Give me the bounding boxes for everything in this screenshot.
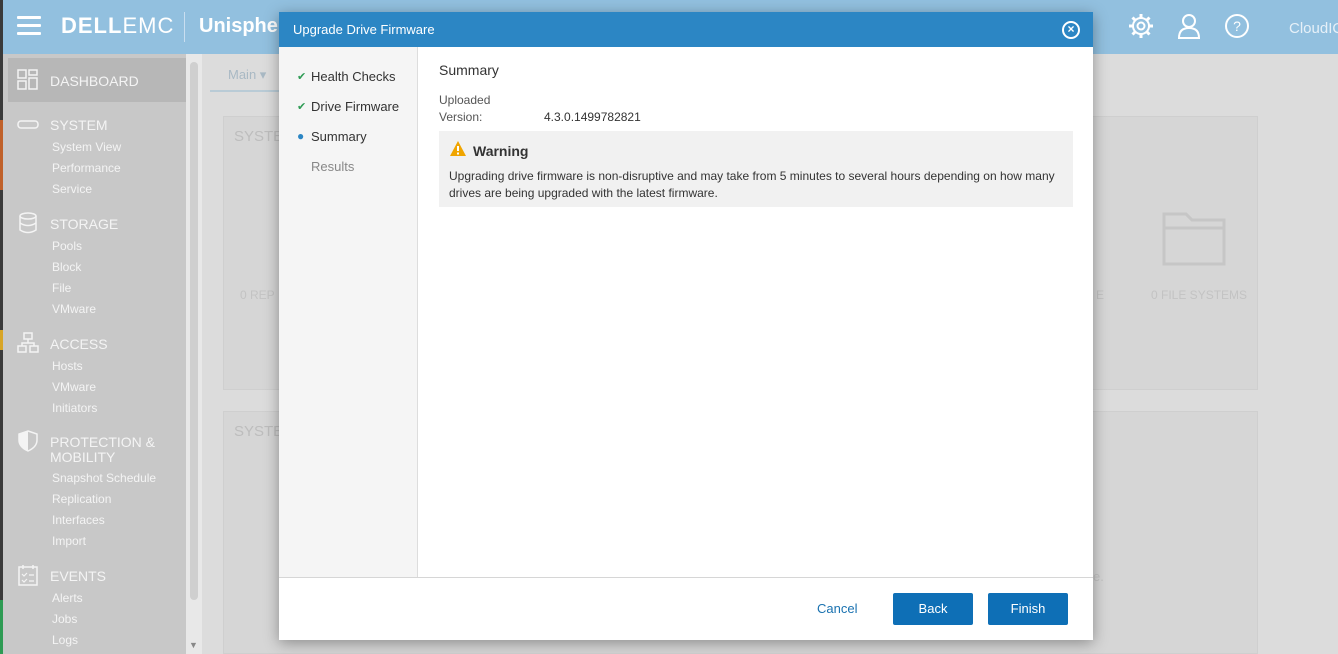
menu-icon[interactable] bbox=[17, 16, 41, 36]
sidebar-section-system[interactable]: SYSTEM bbox=[50, 117, 108, 133]
storage-icon bbox=[19, 212, 37, 234]
cloudiq-link[interactable]: CloudIQ bbox=[1289, 20, 1338, 37]
sidebar-item-vmware-access[interactable]: VMware bbox=[52, 380, 96, 394]
folder-icon bbox=[1162, 212, 1226, 266]
step-results: Results bbox=[311, 159, 355, 174]
sidebar-item-block[interactable]: Block bbox=[52, 260, 81, 274]
sidebar-item-snapshot-schedule[interactable]: Snapshot Schedule bbox=[52, 471, 156, 485]
sidebar-item-vmware-storage[interactable]: VMware bbox=[52, 302, 96, 316]
step-summary[interactable]: Summary bbox=[311, 129, 367, 144]
sidebar-item-performance[interactable]: Performance bbox=[52, 161, 121, 175]
dashboard-icon bbox=[17, 69, 38, 90]
back-button[interactable]: Back bbox=[893, 593, 973, 625]
summary-panel: Summary Uploaded Version: 4.3.0.14997828… bbox=[439, 47, 1073, 577]
access-icon bbox=[17, 332, 39, 353]
bg-fragment-2: e. bbox=[1093, 569, 1104, 584]
events-icon bbox=[18, 565, 38, 586]
close-icon[interactable]: × bbox=[1062, 21, 1080, 39]
warning-text: Upgrading drive firmware is non-disrupti… bbox=[449, 169, 1055, 200]
card-title-2: SYSTE bbox=[234, 423, 284, 440]
check-icon: ✔ bbox=[297, 71, 307, 83]
svg-text:?: ? bbox=[1233, 18, 1241, 34]
sidebar-section-storage[interactable]: STORAGE bbox=[50, 216, 118, 232]
step-health-checks[interactable]: Health Checks bbox=[311, 69, 396, 84]
dialog-title: Upgrade Drive Firmware bbox=[293, 22, 435, 37]
dialog-header: Upgrade Drive Firmware × bbox=[279, 12, 1093, 47]
header-divider bbox=[184, 12, 185, 42]
user-icon[interactable] bbox=[1175, 12, 1203, 40]
warning-title: Warning bbox=[473, 143, 529, 159]
file-systems-count: 0 FILE SYSTEMS bbox=[1151, 288, 1248, 302]
sidebar-item-replication[interactable]: Replication bbox=[52, 492, 111, 506]
wizard-steps: ✔ Health Checks ✔ Drive Firmware ● Summa… bbox=[279, 47, 418, 577]
current-step-dot-icon: ● bbox=[297, 129, 305, 143]
uploaded-label: Uploaded bbox=[439, 93, 491, 107]
sidebar-item-logs[interactable]: Logs bbox=[52, 633, 78, 647]
sidebar-item-hosts[interactable]: Hosts bbox=[52, 359, 83, 373]
sidebar-item-pools[interactable]: Pools bbox=[52, 239, 82, 253]
sidebar-item-import[interactable]: Import bbox=[52, 534, 86, 548]
cancel-button[interactable]: Cancel bbox=[817, 601, 857, 616]
system-icon bbox=[17, 120, 39, 129]
gear-icon[interactable] bbox=[1127, 12, 1155, 40]
sidebar-item-jobs[interactable]: Jobs bbox=[52, 612, 77, 626]
warning-icon bbox=[450, 141, 466, 156]
sidebar: DASHBOARD SYSTEM System View Performance… bbox=[3, 54, 186, 654]
sidebar-scroll-thumb[interactable] bbox=[190, 62, 198, 600]
dialog-footer: Cancel Back Finish bbox=[279, 577, 1093, 640]
sidebar-item-alerts[interactable]: Alerts bbox=[52, 591, 83, 605]
summary-title: Summary bbox=[439, 62, 499, 78]
sidebar-item-dashboard-label: DASHBOARD bbox=[50, 73, 139, 89]
warning-box: Warning Upgrading drive firmware is non-… bbox=[439, 131, 1073, 207]
check-icon: ✔ bbox=[297, 101, 307, 113]
brand-logo: DELLEMC bbox=[61, 13, 175, 38]
version-label: Version: bbox=[439, 110, 483, 124]
help-icon[interactable]: ? bbox=[1223, 12, 1251, 40]
scroll-down-arrow[interactable]: ▼ bbox=[189, 640, 198, 650]
finish-button[interactable]: Finish bbox=[988, 593, 1068, 625]
sidebar-item-service[interactable]: Service bbox=[52, 182, 92, 196]
upgrade-firmware-dialog: Upgrade Drive Firmware × ✔ Health Checks… bbox=[279, 12, 1093, 640]
sidebar-item-system-view[interactable]: System View bbox=[52, 140, 121, 154]
shield-icon bbox=[18, 430, 38, 452]
sidebar-section-events[interactable]: EVENTS bbox=[50, 568, 106, 584]
tab-main[interactable]: Main ▾ bbox=[210, 62, 280, 92]
sidebar-item-initiators[interactable]: Initiators bbox=[52, 401, 97, 415]
sidebar-item-interfaces[interactable]: Interfaces bbox=[52, 513, 105, 527]
sidebar-section-access[interactable]: ACCESS bbox=[50, 336, 108, 352]
app-name: Unispher bbox=[199, 15, 286, 37]
card-title: SYSTE bbox=[234, 128, 284, 145]
replication-count: 0 REP bbox=[240, 288, 275, 302]
bg-fragment: E bbox=[1096, 288, 1105, 302]
version-value: 4.3.0.1499782821 bbox=[544, 110, 641, 124]
sidebar-item-file[interactable]: File bbox=[52, 281, 71, 295]
step-drive-firmware[interactable]: Drive Firmware bbox=[311, 99, 399, 114]
sidebar-section-protection[interactable]: PROTECTION & bbox=[50, 434, 155, 450]
sidebar-section-protection-line2: MOBILITY bbox=[50, 449, 116, 465]
